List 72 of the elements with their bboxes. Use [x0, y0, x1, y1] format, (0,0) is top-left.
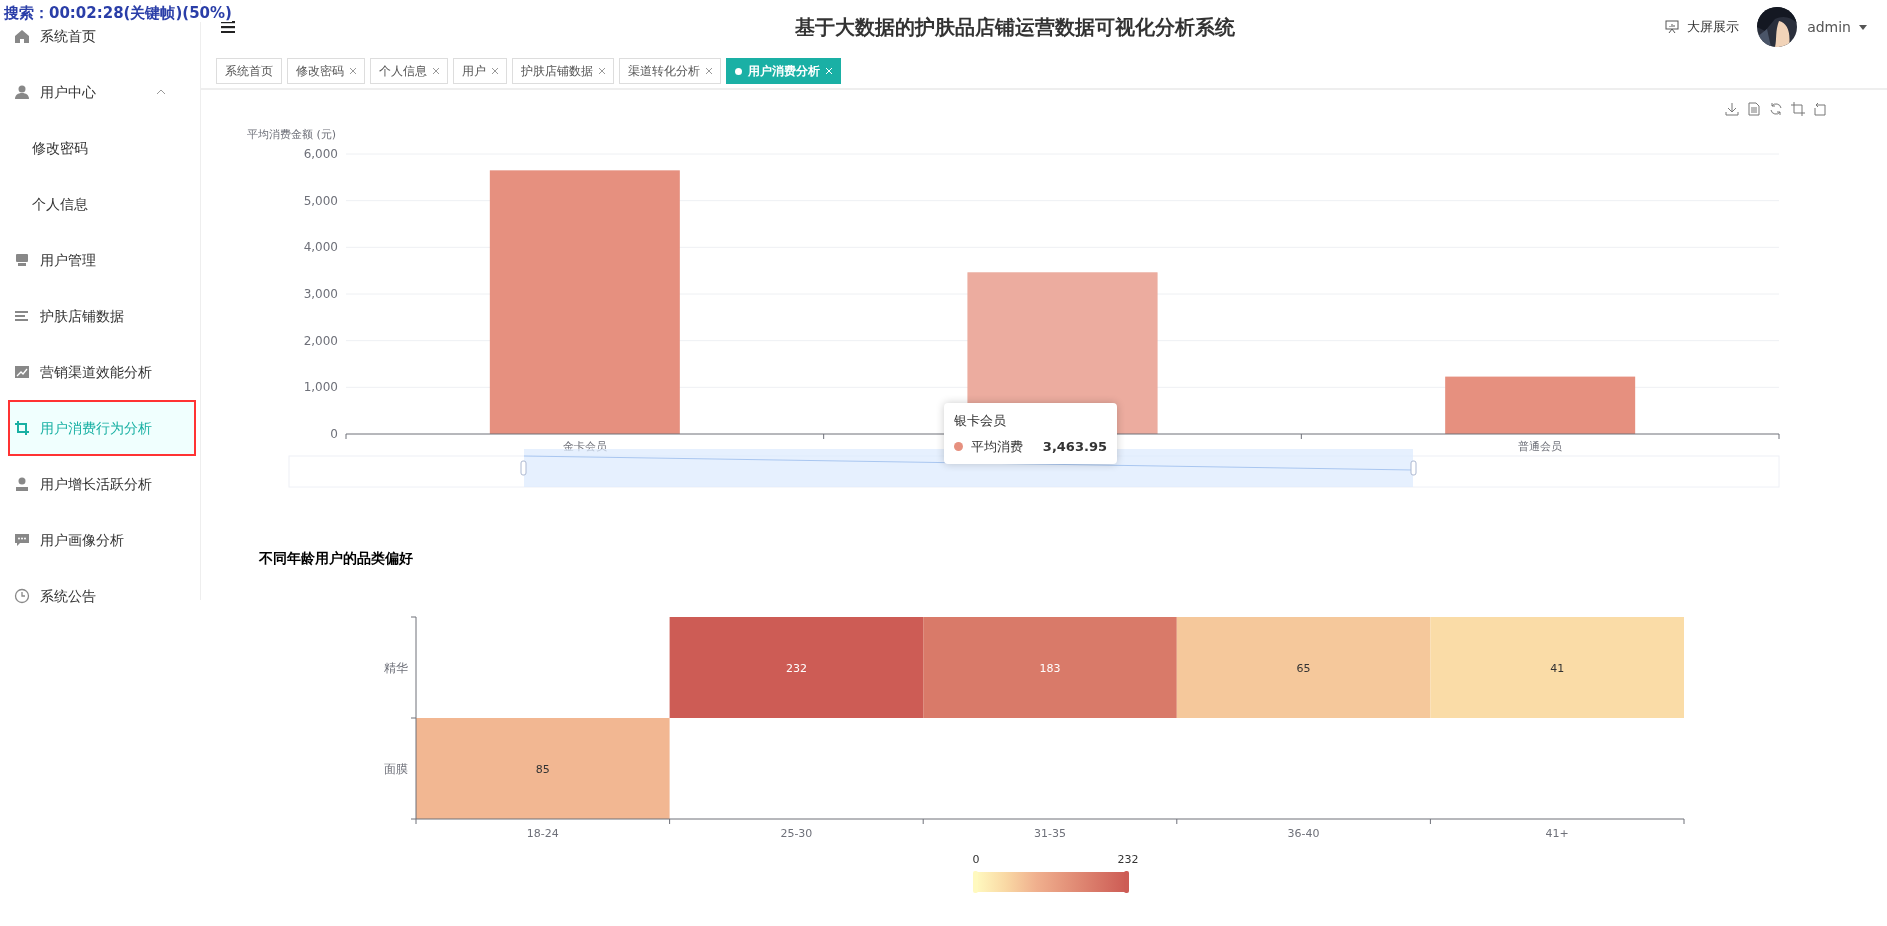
- user-menu[interactable]: admin: [1807, 16, 1867, 38]
- axis-label: 6,000: [303, 147, 338, 161]
- clock-icon: [14, 588, 30, 604]
- close-icon[interactable]: [350, 68, 356, 74]
- close-icon[interactable]: [599, 68, 605, 74]
- cell-value: 65: [1296, 661, 1311, 675]
- close-icon[interactable]: [492, 68, 498, 74]
- document-icon[interactable]: [1748, 102, 1760, 116]
- caret-icon: [1859, 24, 1867, 30]
- cell-value: 183: [1039, 661, 1061, 675]
- search-status-toast: 搜索：00:02:28(关键帧)(50%): [4, 4, 232, 22]
- axis-label: 1,000: [303, 380, 338, 395]
- home-icon: [14, 28, 30, 44]
- axis-label: 4,000: [303, 240, 338, 255]
- axis-label: 精华: [384, 660, 408, 675]
- crop-icon: [14, 420, 30, 436]
- tab[interactable]: 用户: [453, 58, 507, 84]
- tooltip-value: 3,463.95: [1042, 437, 1107, 456]
- tab[interactable]: 渠道转化分析: [619, 58, 721, 84]
- sidebar-item[interactable]: 用户管理: [0, 232, 200, 288]
- presentation-icon: [1665, 20, 1680, 34]
- chat-icon: [14, 532, 30, 548]
- axis-label: 31-35: [1034, 827, 1066, 840]
- person-icon: [14, 476, 30, 492]
- axis-label: 36-40: [1287, 827, 1320, 840]
- sidebar-item[interactable]: 护肤店铺数据: [0, 288, 200, 344]
- axis-label: 18-24: [526, 827, 559, 840]
- user-icon: [14, 84, 30, 100]
- axis-title: 平均消费金额 (元): [247, 128, 337, 141]
- zoom-reset-icon[interactable]: [1814, 102, 1826, 116]
- sidebar-item[interactable]: 用户画像分析: [0, 512, 200, 568]
- tab[interactable]: 个人信息: [370, 58, 448, 84]
- page-title: 基于大数据的护肤品店铺运营数据可视化分析系统: [794, 14, 1237, 41]
- color-scale[interactable]: [973, 871, 1129, 893]
- legend-label: 232: [1117, 853, 1139, 866]
- cell-value: 85: [535, 762, 550, 776]
- axis-label: 41+: [1545, 827, 1569, 840]
- axis-label: 普通会员: [1518, 440, 1563, 453]
- sidebar-item[interactable]: 系统公告: [0, 568, 200, 624]
- crop-icon[interactable]: [1790, 101, 1806, 117]
- close-icon[interactable]: [706, 68, 712, 74]
- axis-label: 金卡会员: [562, 440, 607, 453]
- cell-value: 232: [785, 661, 807, 675]
- sidebar-item[interactable]: 个人信息: [0, 176, 200, 232]
- axis-label: 3,000: [303, 287, 338, 301]
- chevron-icon: [156, 87, 166, 97]
- sidebar-item[interactable]: 修改密码: [0, 120, 200, 176]
- chart-icon: [14, 364, 30, 380]
- tab[interactable]: 系统首页: [216, 58, 282, 84]
- legend-label: 0: [972, 853, 980, 866]
- sidebar-item[interactable]: 用户增长活跃分析: [0, 456, 200, 512]
- axis-label: 25-30: [780, 827, 813, 840]
- dot-icon: [954, 441, 963, 451]
- axis-label: 0: [330, 427, 338, 441]
- list-icon: [14, 308, 30, 324]
- screen-link[interactable]: 大屏展示: [1665, 17, 1740, 37]
- refresh-icon[interactable]: [1770, 102, 1782, 116]
- cell-value: 41: [1550, 661, 1565, 675]
- axis-label: 2,000: [303, 333, 338, 348]
- tooltip-title: 银卡会员: [954, 412, 1007, 430]
- axis-label: 5,000: [303, 193, 338, 208]
- axis-label: 面膜: [384, 761, 408, 776]
- download-icon[interactable]: [1725, 102, 1739, 116]
- sidebar-item[interactable]: 营销渠道效能分析: [0, 344, 200, 400]
- series-name: 平均消费: [971, 437, 1023, 456]
- sidebar-group[interactable]: 用户中心: [0, 64, 200, 120]
- tab[interactable]: 修改密码: [287, 58, 365, 84]
- close-icon[interactable]: [433, 68, 439, 74]
- chart-title: 不同年龄用户的品类偏好: [258, 549, 414, 568]
- monitor-icon: [14, 252, 30, 268]
- dot-icon: [735, 67, 742, 75]
- tab[interactable]: 护肤店铺数据: [512, 58, 614, 84]
